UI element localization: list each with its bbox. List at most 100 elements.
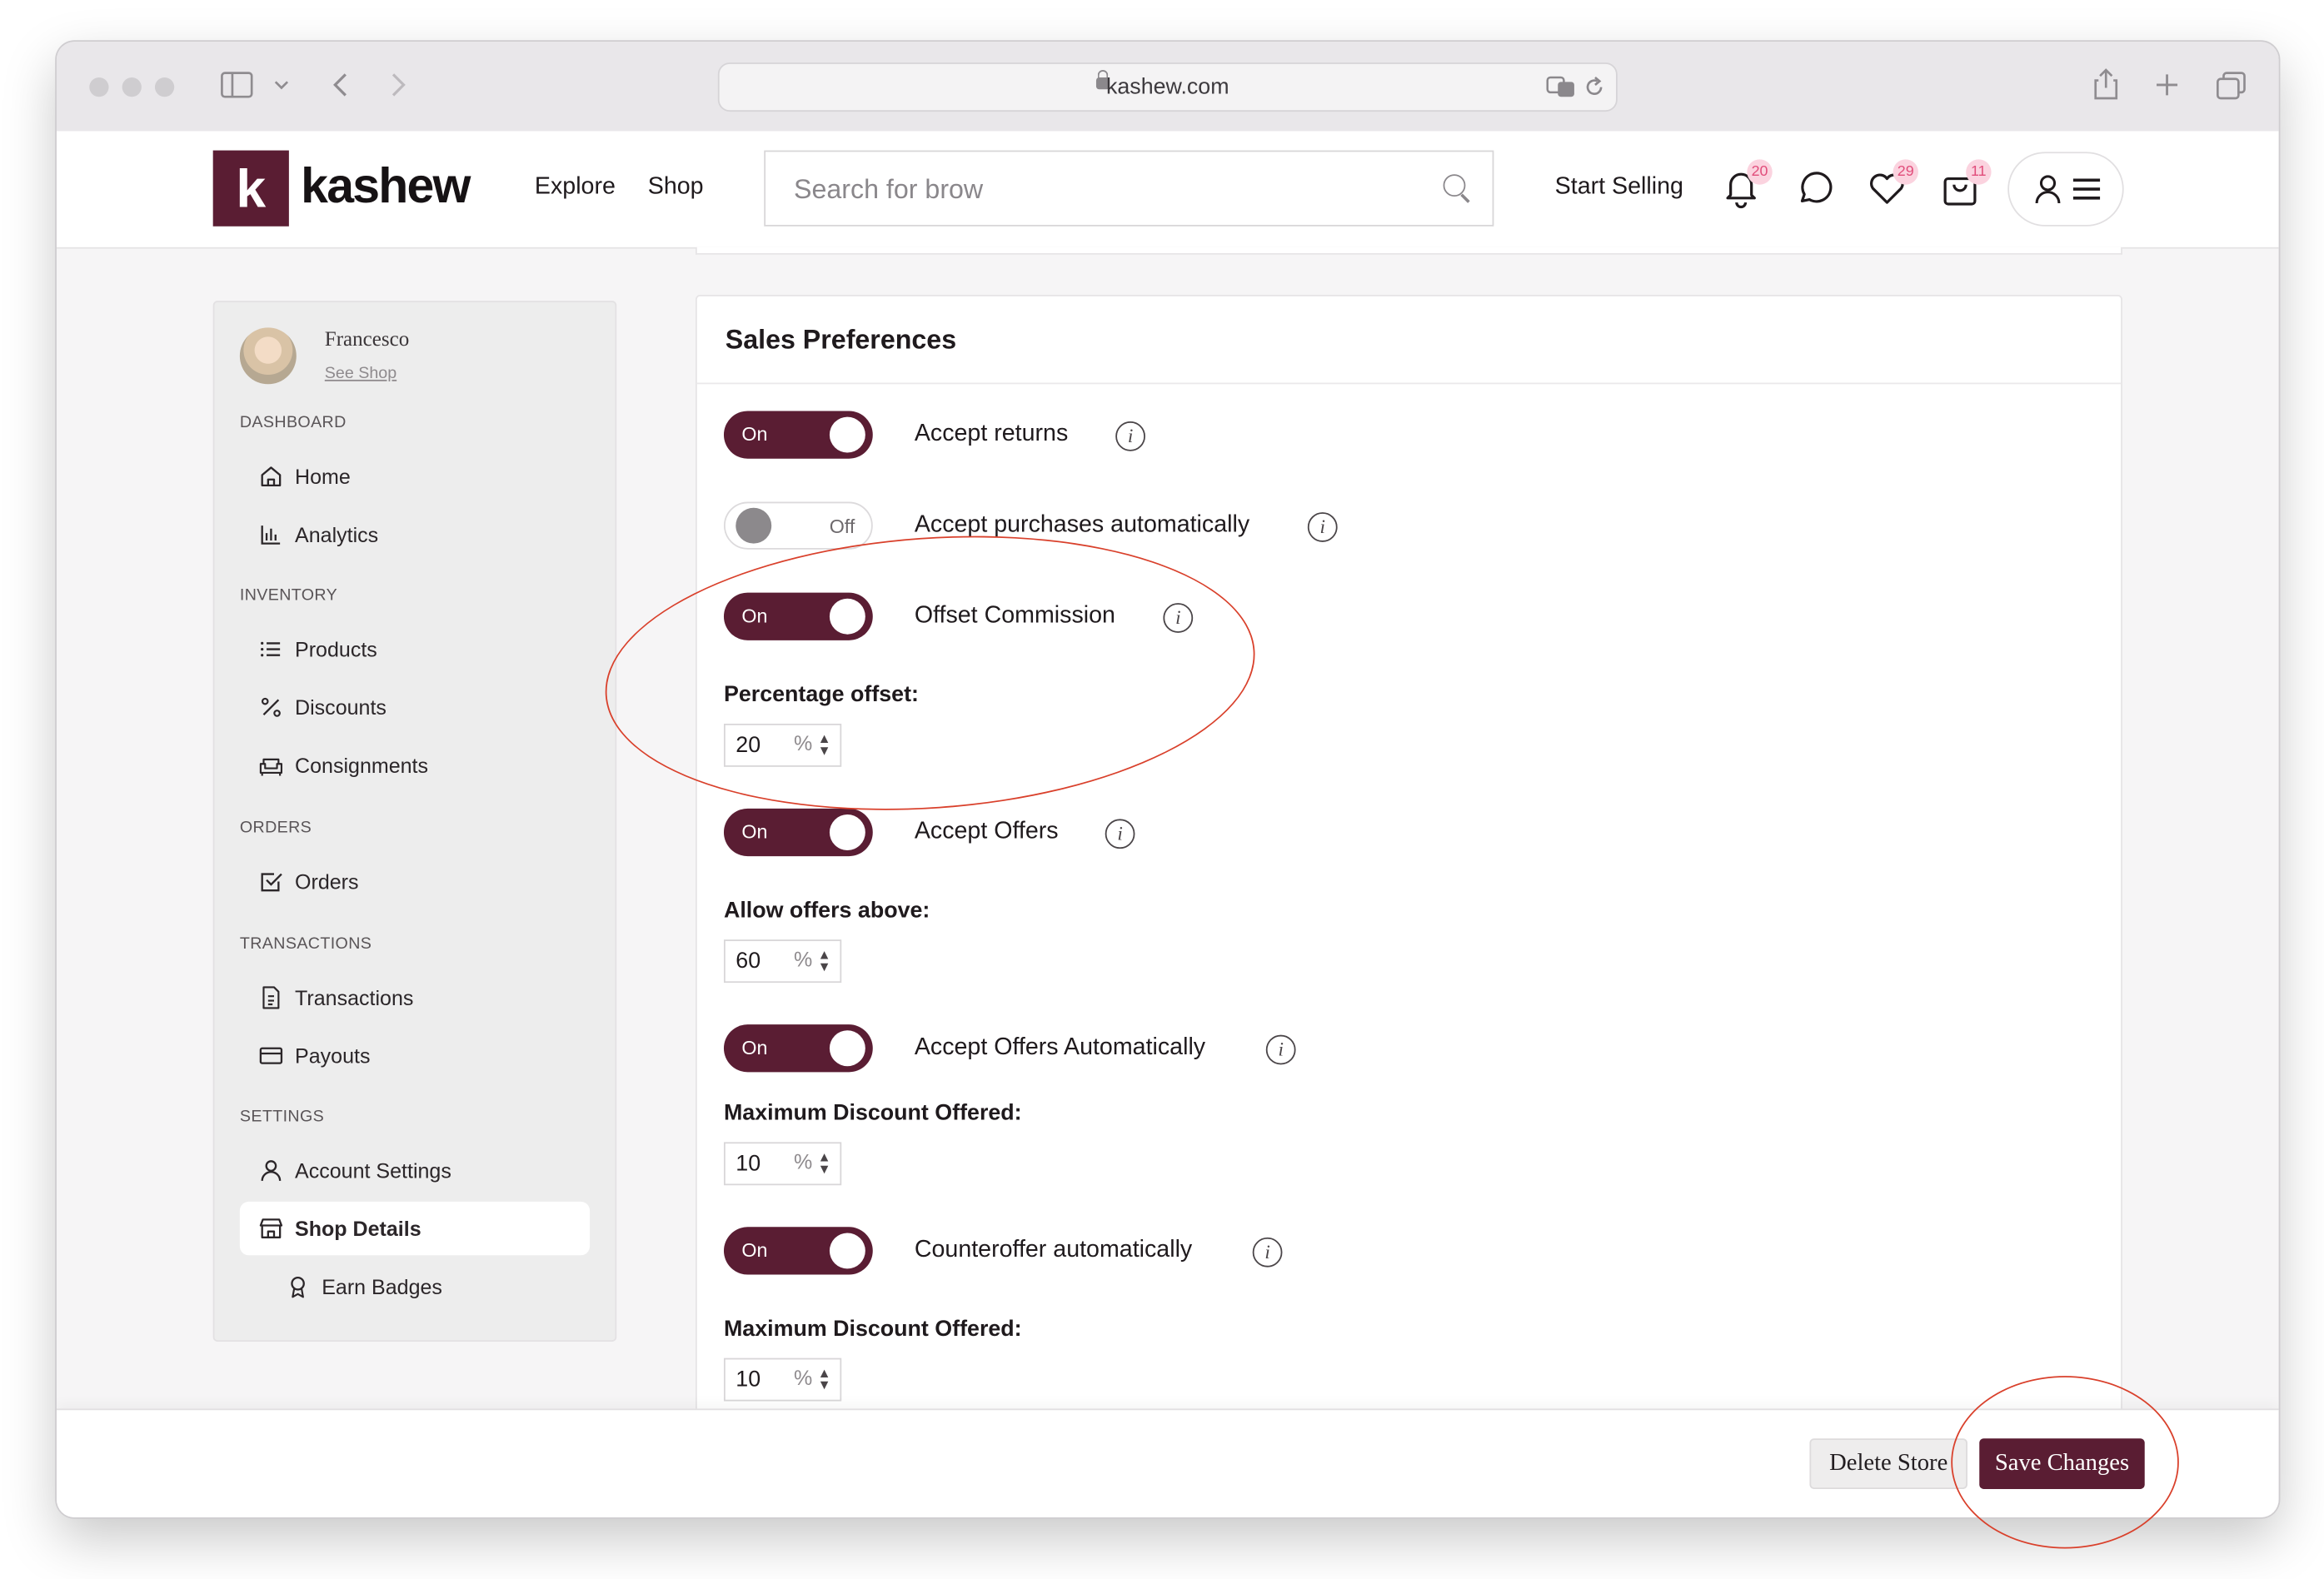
stepper-arrows-icon[interactable]: ▲ ▼	[818, 1366, 831, 1391]
stepper-arrows-icon[interactable]: ▲ ▼	[818, 732, 831, 757]
tabs-overview-icon[interactable]	[2216, 72, 2247, 100]
percent-suffix: %	[794, 1365, 813, 1390]
cart-button[interactable]: 11	[1939, 159, 1992, 208]
minimize-window-button[interactable]	[122, 77, 142, 97]
sidebar-item-orders[interactable]: Orders	[240, 854, 590, 908]
zoom-window-button[interactable]	[154, 77, 175, 97]
nav-shop[interactable]: Shop	[648, 174, 704, 201]
back-icon[interactable]	[331, 72, 348, 98]
credit-card-icon	[259, 1047, 283, 1064]
toggle-knob	[736, 507, 772, 544]
info-icon[interactable]: i	[1307, 512, 1338, 542]
favorites-badge: 29	[1893, 159, 1918, 185]
info-icon[interactable]: i	[1265, 1034, 1296, 1065]
percent-suffix: %	[794, 947, 813, 971]
sidebar-item-discounts[interactable]: Discounts	[240, 680, 590, 734]
logo-text[interactable]: kashew	[301, 158, 471, 215]
toggle-knob	[829, 416, 865, 453]
sidebar-item-consignments[interactable]: Consignments	[240, 739, 590, 792]
messages-button[interactable]	[1793, 167, 1835, 208]
percent-icon	[261, 697, 281, 717]
allow-offers-above-label: Allow offers above:	[723, 898, 930, 924]
see-shop-link[interactable]: See Shop	[325, 365, 396, 382]
sidebar-item-home[interactable]: Home	[240, 450, 590, 503]
sidebar-item-products[interactable]: Products	[240, 622, 590, 675]
notifications-button[interactable]: 20	[1720, 159, 1773, 209]
award-ribbon-icon	[291, 1276, 305, 1298]
percentage-offset-input[interactable]: 20 % ▲ ▼	[723, 723, 842, 767]
delete-store-button[interactable]: Delete Store	[1809, 1438, 1967, 1489]
divider	[696, 382, 2122, 385]
toggle-knob	[829, 598, 865, 635]
section-transactions: TRANSACTIONS	[239, 934, 372, 954]
info-icon[interactable]: i	[1105, 819, 1135, 849]
start-selling-link[interactable]: Start Selling	[1555, 174, 1683, 201]
avatar[interactable]	[239, 327, 297, 385]
sidebar-item-payouts[interactable]: Payouts	[240, 1029, 590, 1083]
accept-returns-label: Accept returns	[914, 421, 1069, 447]
sidebar-item-label: Shop Details	[295, 1216, 421, 1241]
search-icon[interactable]	[1443, 174, 1466, 197]
info-icon[interactable]: i	[1252, 1237, 1283, 1268]
toggle-state-label: On	[741, 820, 768, 844]
sidebar-item-account-settings[interactable]: Account Settings	[240, 1143, 590, 1197]
new-tab-icon[interactable]	[2155, 73, 2179, 97]
share-icon[interactable]	[2094, 67, 2118, 100]
sidebar-item-analytics[interactable]: Analytics	[240, 508, 590, 561]
stepper-arrows-icon[interactable]: ▲ ▼	[818, 1150, 831, 1175]
max-discount-input[interactable]: 10 % ▲ ▼	[723, 1142, 842, 1186]
sidebar-item-transactions[interactable]: Transactions	[240, 971, 590, 1024]
offset-commission-toggle[interactable]: On	[723, 592, 873, 640]
sidebar-item-label: Payouts	[295, 1044, 371, 1068]
list-icon	[261, 641, 281, 657]
percent-suffix: %	[794, 730, 813, 755]
sidebar-item-label: Analytics	[295, 522, 379, 547]
info-icon[interactable]: i	[1163, 603, 1194, 633]
sidebar-toggle-icon[interactable]	[221, 72, 253, 98]
info-icon[interactable]: i	[1115, 421, 1145, 451]
input-value: 60	[736, 948, 761, 974]
site-header: k kashew Explore Shop Start Selling 20 2…	[56, 131, 2279, 249]
close-window-button[interactable]	[89, 77, 109, 97]
search-input[interactable]	[766, 152, 1438, 228]
chevron-down-icon[interactable]	[274, 79, 289, 91]
favorites-button[interactable]: 29	[1866, 159, 1918, 208]
chat-bubble-icon	[1800, 172, 1833, 203]
user-name: Francesco	[324, 329, 410, 351]
translate-icon[interactable]	[1546, 76, 1576, 98]
sidebar-item-shop-details[interactable]: Shop Details	[239, 1201, 591, 1256]
save-changes-button[interactable]: Save Changes	[1979, 1438, 2145, 1489]
percent-suffix: %	[794, 1149, 813, 1173]
section-orders: ORDERS	[239, 819, 312, 837]
sidebar-item-earn-badges[interactable]: Earn Badges	[267, 1260, 590, 1313]
counteroffer-auto-toggle[interactable]: On	[723, 1227, 873, 1275]
toggle-knob	[829, 814, 865, 850]
accept-offers-auto-toggle[interactable]: On	[723, 1024, 873, 1073]
counteroffer-max-discount-input[interactable]: 10 % ▲ ▼	[723, 1357, 842, 1402]
user-icon	[2035, 175, 2061, 204]
home-icon	[261, 466, 282, 487]
logo-mark[interactable]: k	[212, 150, 289, 227]
max-discount-label: Maximum Discount Offered:	[723, 1100, 1022, 1126]
offset-commission-label: Offset Commission	[914, 603, 1115, 629]
allow-offers-above-input[interactable]: 60 % ▲ ▼	[723, 939, 842, 984]
address-bar[interactable]: kashew.com	[717, 62, 1618, 112]
sidebar-item-label: Account Settings	[295, 1158, 451, 1183]
section-settings: SETTINGS	[239, 1108, 325, 1126]
document-icon	[262, 986, 280, 1009]
dashboard-sidebar: Francesco See Shop DASHBOARD Home Analyt…	[212, 301, 617, 1342]
sales-preferences-card: Sales Preferences On Accept returns i Of…	[695, 295, 2122, 1430]
forward-icon[interactable]	[390, 72, 407, 98]
sidebar-item-label: Discounts	[295, 695, 387, 720]
accept-returns-toggle[interactable]: On	[723, 411, 873, 459]
search-box	[764, 150, 1494, 228]
account-menu-button[interactable]	[2007, 152, 2124, 227]
toggle-state-label: Off	[829, 515, 855, 538]
accept-offers-label: Accept Offers	[914, 819, 1059, 844]
accept-offers-toggle[interactable]: On	[723, 808, 873, 857]
percentage-offset-label: Percentage offset:	[723, 681, 919, 708]
nav-explore[interactable]: Explore	[535, 174, 616, 201]
stepper-arrows-icon[interactable]: ▲ ▼	[818, 948, 831, 973]
accept-purchases-toggle[interactable]: Off	[723, 501, 873, 550]
reload-icon[interactable]	[1583, 76, 1606, 98]
